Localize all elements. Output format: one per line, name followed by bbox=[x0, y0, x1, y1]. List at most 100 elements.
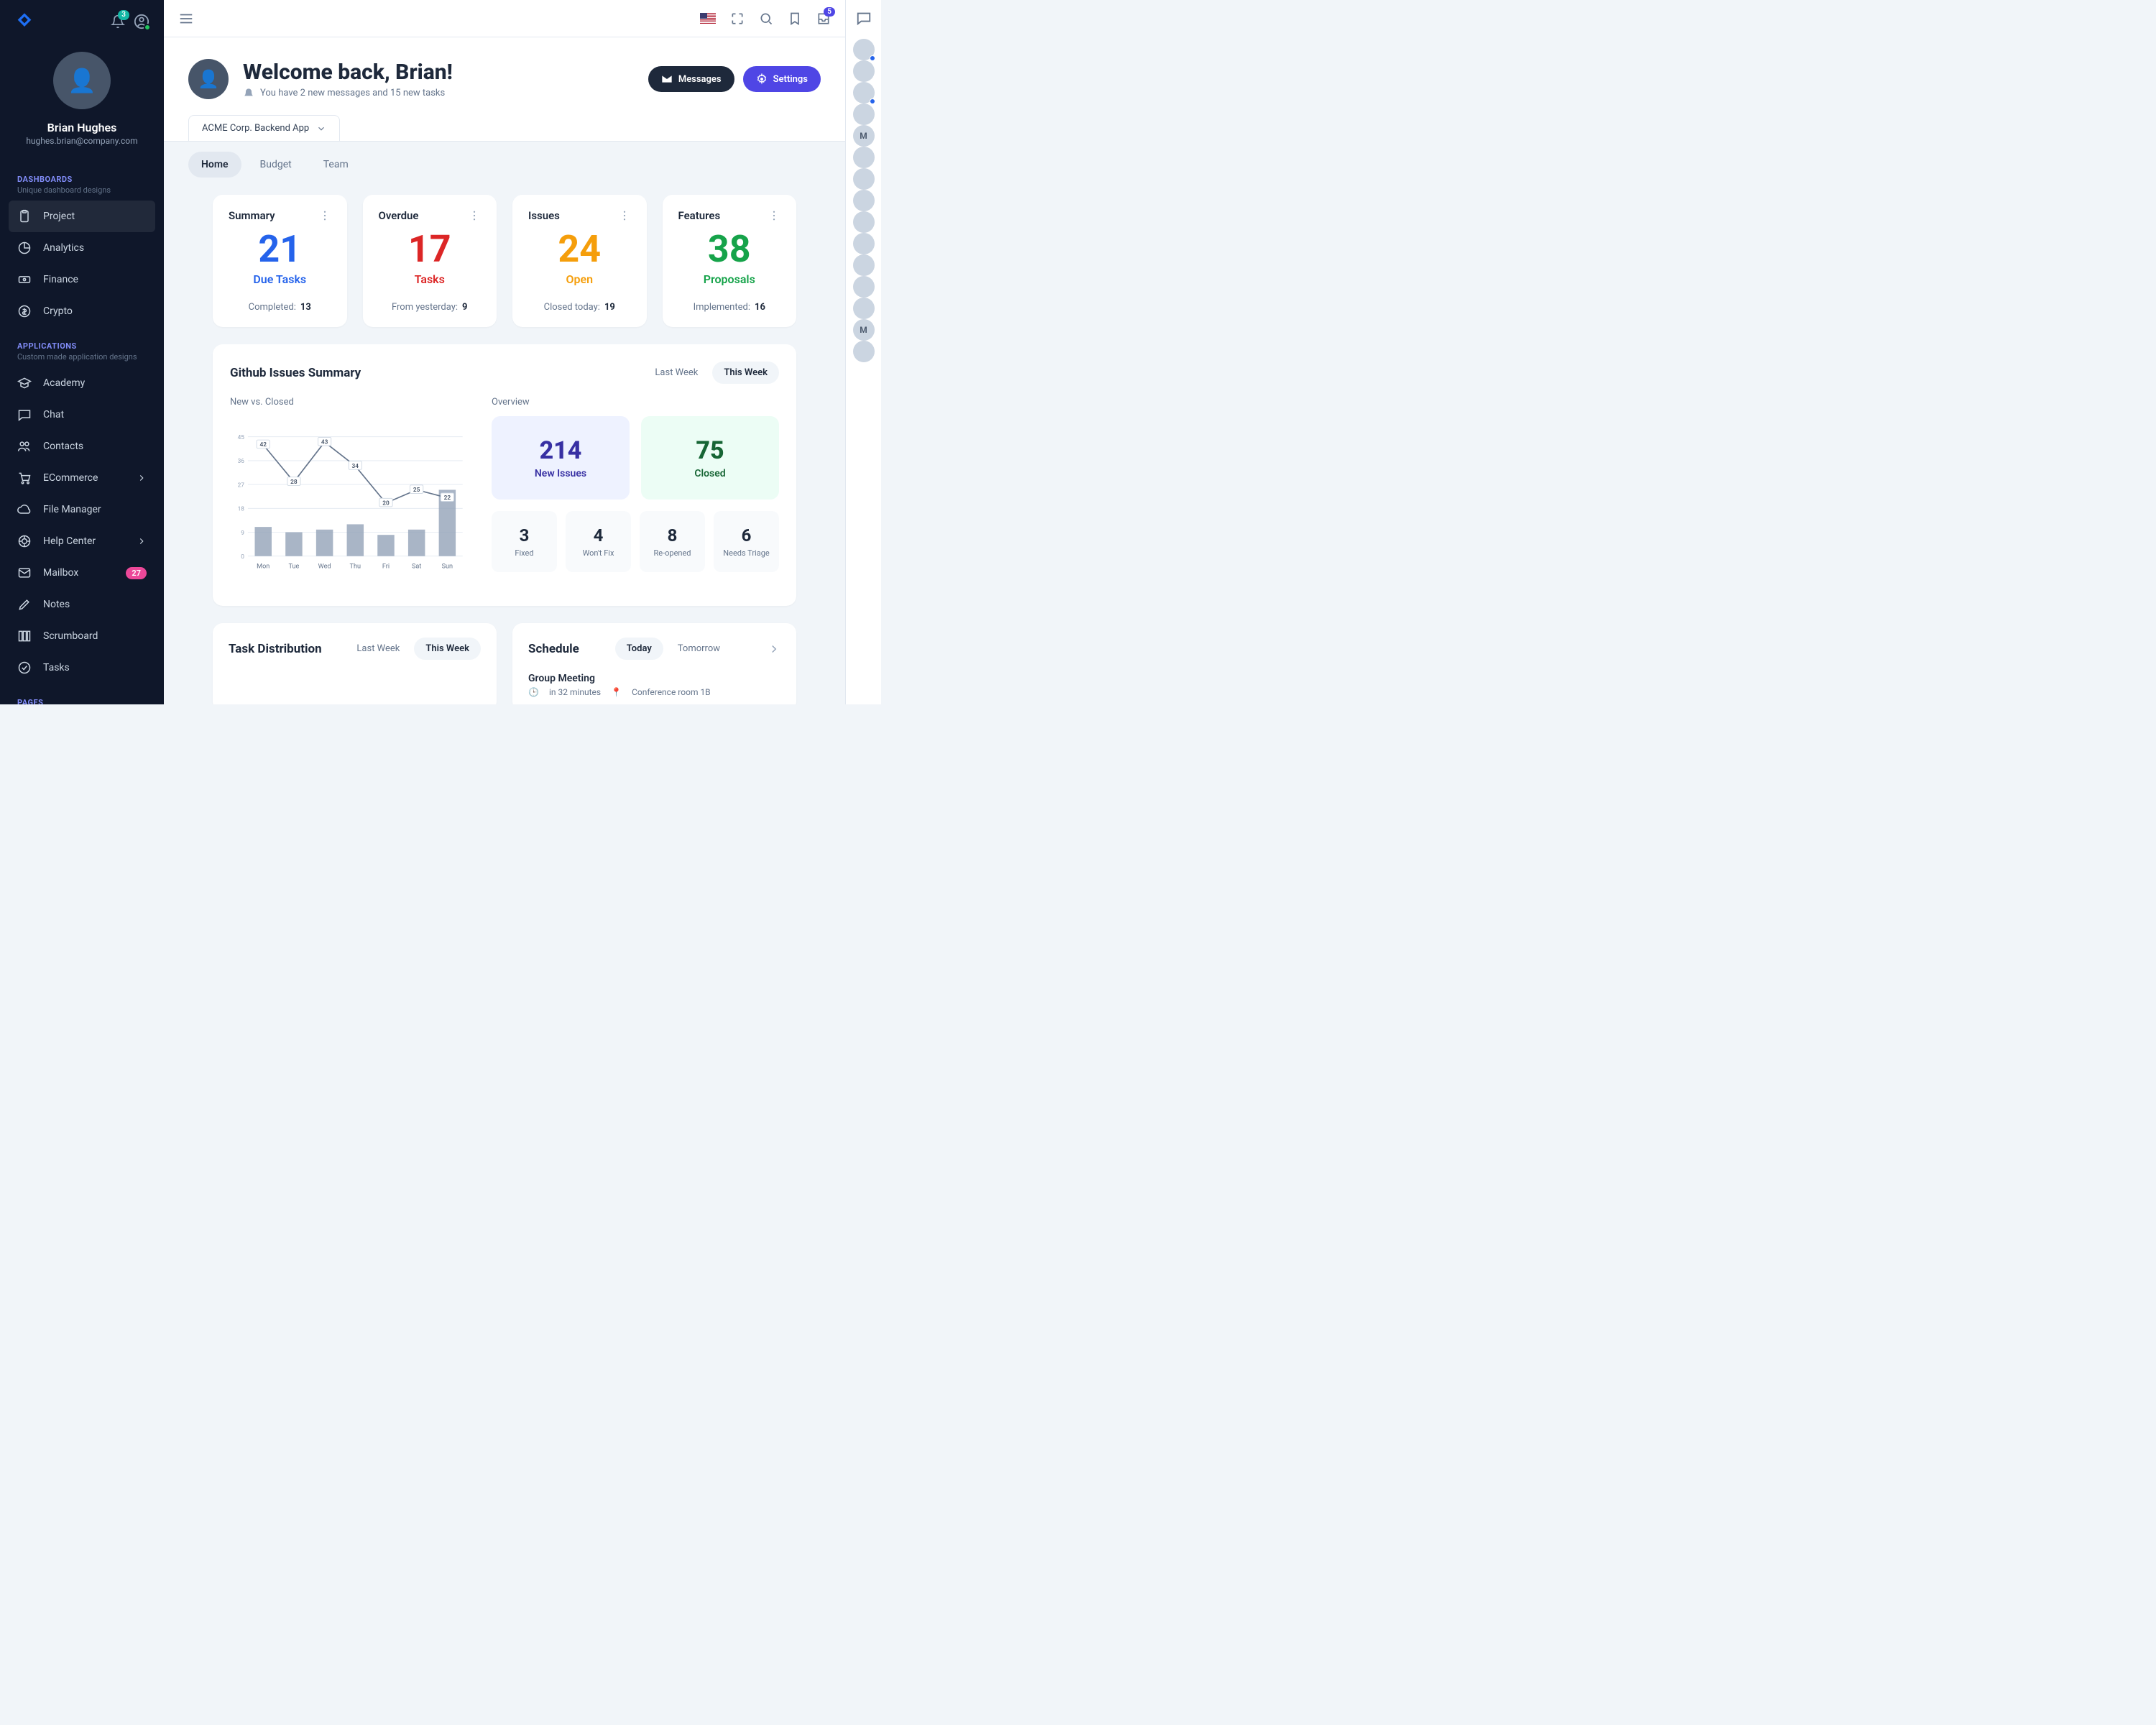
inbox-badge: 5 bbox=[824, 7, 835, 17]
menu-icon[interactable] bbox=[178, 11, 194, 27]
sidebar-item-analytics[interactable]: Analytics bbox=[0, 232, 164, 264]
contact-avatar[interactable] bbox=[853, 298, 875, 319]
pie-icon bbox=[17, 241, 32, 255]
contact-avatar[interactable] bbox=[853, 82, 875, 104]
svg-text:9: 9 bbox=[241, 530, 244, 537]
svg-text:Wed: Wed bbox=[318, 563, 331, 570]
sidebar-item-project[interactable]: Project bbox=[9, 201, 155, 232]
sidebar-item-notes[interactable]: Notes bbox=[0, 589, 164, 620]
chat-icon bbox=[17, 408, 32, 422]
cloud-icon bbox=[17, 502, 32, 517]
contact-avatar[interactable] bbox=[853, 341, 875, 362]
academic-icon bbox=[17, 376, 32, 390]
sidebar-item-finance[interactable]: Finance bbox=[0, 264, 164, 295]
card-menu-icon[interactable] bbox=[618, 209, 631, 222]
contact-avatar[interactable] bbox=[853, 60, 875, 82]
notifications-badge: 3 bbox=[118, 10, 129, 20]
nav-heading: DASHBOARDS bbox=[0, 169, 164, 185]
bookmark-icon[interactable] bbox=[788, 12, 802, 26]
page-title: Welcome back, Brian! bbox=[243, 60, 453, 85]
sidebar-item-mailbox[interactable]: Mailbox27 bbox=[0, 557, 164, 589]
svg-text:42: 42 bbox=[260, 441, 267, 448]
tab-home[interactable]: Home bbox=[188, 152, 241, 178]
card-menu-icon[interactable] bbox=[768, 209, 780, 222]
sidebar-item-academy[interactable]: Academy bbox=[0, 367, 164, 399]
sidebar-item-help-center[interactable]: Help Center bbox=[0, 525, 164, 557]
chat-drawer-icon[interactable] bbox=[856, 10, 872, 26]
contact-avatar[interactable] bbox=[853, 190, 875, 211]
overview-label: Overview bbox=[492, 397, 779, 408]
profile-status-icon[interactable] bbox=[134, 14, 149, 29]
sidebar-item-contacts[interactable]: Contacts bbox=[0, 431, 164, 462]
card-menu-icon[interactable] bbox=[318, 209, 331, 222]
toggle-today[interactable]: Today bbox=[615, 638, 663, 660]
chevron-right-icon[interactable] bbox=[768, 643, 780, 656]
notifications-icon[interactable]: 3 bbox=[111, 14, 125, 29]
svg-text:Tue: Tue bbox=[288, 563, 299, 570]
contact-avatar[interactable]: M bbox=[853, 125, 875, 147]
card-menu-icon[interactable] bbox=[468, 209, 481, 222]
sidebar-top: 3 bbox=[0, 0, 164, 43]
inbox-icon[interactable]: 5 bbox=[816, 12, 831, 26]
toggle-last-week[interactable]: Last Week bbox=[345, 638, 411, 660]
nav: DASHBOARDSUnique dashboard designsProjec… bbox=[0, 163, 164, 704]
bell-icon bbox=[243, 88, 254, 99]
clipboard-icon bbox=[17, 209, 32, 224]
summary-card-features: Features38ProposalsImplemented:16 bbox=[663, 195, 797, 327]
project-select[interactable]: ACME Corp. Backend App bbox=[188, 115, 340, 141]
search-icon[interactable] bbox=[759, 12, 773, 26]
contact-avatar[interactable] bbox=[853, 233, 875, 254]
logo-icon bbox=[14, 12, 34, 32]
pencil-icon bbox=[17, 597, 32, 612]
profile-block: 👤 Brian Hughes hughes.brian@company.com bbox=[0, 43, 164, 163]
mini-card: 3Fixed bbox=[492, 511, 557, 572]
contact-avatar[interactable]: M bbox=[853, 319, 875, 341]
svg-text:0: 0 bbox=[241, 553, 244, 561]
svg-text:25: 25 bbox=[413, 487, 420, 494]
nav-subheading: Custom made application designs bbox=[0, 352, 164, 367]
svg-text:18: 18 bbox=[238, 506, 245, 513]
sidebar-item-scrumboard[interactable]: Scrumboard bbox=[0, 620, 164, 652]
chevron-right-icon bbox=[137, 473, 147, 483]
profile-email: hughes.brian@company.com bbox=[26, 136, 137, 146]
tab-team[interactable]: Team bbox=[310, 152, 361, 178]
contact-avatar[interactable] bbox=[853, 211, 875, 233]
svg-text:Sat: Sat bbox=[412, 563, 421, 570]
avatar[interactable]: 👤 bbox=[53, 52, 111, 109]
contact-avatar[interactable] bbox=[853, 168, 875, 190]
messages-button[interactable]: Messages bbox=[648, 66, 734, 92]
github-chart: 0918273645MonTueWedThuFriSatSun422843342… bbox=[230, 416, 469, 589]
toggle-tomorrow[interactable]: Tomorrow bbox=[666, 638, 732, 660]
sidebar-item-crypto[interactable]: Crypto bbox=[0, 295, 164, 327]
sidebar-item-file-manager[interactable]: File Manager bbox=[0, 494, 164, 525]
sidebar-item-ecommerce[interactable]: ECommerce bbox=[0, 462, 164, 494]
overview-new-issues: 214 New Issues bbox=[492, 416, 630, 500]
overview-closed: 75 Closed bbox=[641, 416, 779, 500]
sidebar-item-chat[interactable]: Chat bbox=[0, 399, 164, 431]
chevron-down-icon bbox=[316, 124, 326, 134]
svg-text:20: 20 bbox=[382, 500, 390, 507]
task-distribution-panel: Task Distribution Last WeekThis Week bbox=[213, 623, 497, 704]
github-toggle: Last WeekThis Week bbox=[643, 362, 779, 384]
check-icon bbox=[17, 661, 32, 675]
welcome-avatar: 👤 bbox=[188, 59, 229, 99]
sidebar-item-tasks[interactable]: Tasks bbox=[0, 652, 164, 684]
toggle-this-week[interactable]: This Week bbox=[712, 362, 779, 384]
contact-avatar[interactable] bbox=[853, 276, 875, 298]
contact-avatar[interactable] bbox=[853, 104, 875, 125]
status-dot-online bbox=[144, 24, 151, 31]
mini-card: 4Won't Fix bbox=[566, 511, 631, 572]
fullscreen-icon[interactable] bbox=[730, 12, 745, 26]
toggle-this-week[interactable]: This Week bbox=[414, 638, 481, 660]
sidebar: 3 👤 Brian Hughes hughes.brian@company.co… bbox=[0, 0, 164, 704]
contact-avatar[interactable] bbox=[853, 39, 875, 60]
toggle-last-week[interactable]: Last Week bbox=[643, 362, 709, 384]
contact-avatar[interactable] bbox=[853, 147, 875, 168]
contact-avatar[interactable] bbox=[853, 254, 875, 276]
github-panel: Github Issues Summary Last WeekThis Week… bbox=[213, 344, 796, 606]
settings-button[interactable]: Settings bbox=[743, 66, 821, 92]
flag-icon[interactable] bbox=[700, 13, 716, 24]
tab-budget[interactable]: Budget bbox=[247, 152, 305, 178]
nav-subheading: Unique dashboard designs bbox=[0, 185, 164, 201]
schedule-item[interactable]: Group Meeting🕒in 32 minutes📍Conference r… bbox=[528, 673, 780, 697]
